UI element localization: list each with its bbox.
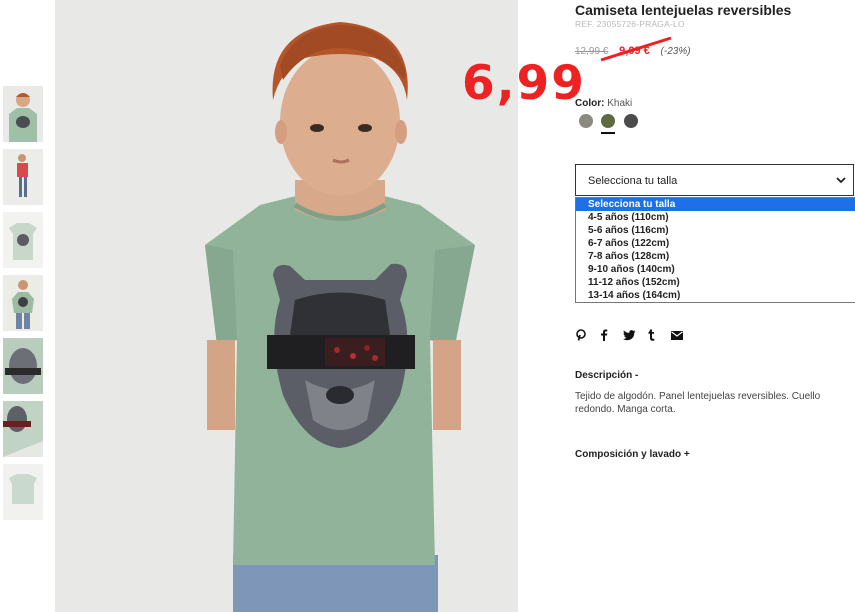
size-option[interactable]: 7-8 años (128cm) (576, 250, 855, 263)
promo-price-overlay: 6,99 (462, 56, 586, 111)
size-option[interactable]: 6-7 años (122cm) (576, 237, 855, 250)
color-label-row: Color: Khaki (575, 98, 632, 109)
product-title: Camiseta lentejuelas reversibles (575, 2, 792, 18)
share-bar (575, 327, 695, 343)
thumbnail-1[interactable] (3, 86, 43, 142)
pinterest-icon[interactable] (575, 327, 599, 343)
size-select-label: Selecciona tu talla (588, 175, 678, 187)
size-option[interactable]: 13-14 años (164cm) (576, 289, 855, 302)
product-photo (55, 0, 518, 612)
twitter-icon[interactable] (623, 327, 647, 343)
size-option[interactable]: 11-12 años (152cm) (576, 276, 855, 289)
size-select[interactable]: Selecciona tu talla (575, 164, 854, 196)
thumbnail-2[interactable] (3, 149, 43, 205)
size-dropdown-list: Selecciona tu talla 4-5 años (110cm) 5-6… (575, 197, 855, 303)
thumbnail-7[interactable] (3, 464, 43, 520)
color-value: Khaki (607, 98, 633, 109)
thumbnail-3[interactable] (3, 212, 43, 268)
color-swatch-grey[interactable] (579, 114, 593, 128)
facebook-icon[interactable] (599, 327, 623, 343)
size-option[interactable]: Selecciona tu talla (576, 198, 855, 211)
thumbnail-5[interactable] (3, 338, 43, 394)
thumbnail-6[interactable] (3, 401, 43, 457)
description-text: Tejido de algodón. Panel lentejuelas rev… (575, 391, 821, 415)
selected-swatch-indicator (601, 132, 615, 134)
tumblr-icon[interactable] (647, 327, 671, 343)
composition-toggle[interactable]: Composición y lavado + (575, 449, 690, 460)
size-option[interactable]: 4-5 años (110cm) (576, 211, 855, 224)
chevron-down-icon (836, 177, 846, 184)
color-swatch-khaki[interactable] (601, 114, 615, 128)
email-icon[interactable] (671, 327, 695, 343)
product-main-image[interactable] (55, 0, 518, 612)
size-option[interactable]: 5-6 años (116cm) (576, 224, 855, 237)
description-toggle[interactable]: Descripción - (575, 370, 638, 381)
thumbnail-strip (3, 86, 43, 527)
color-label: Color: (575, 98, 605, 109)
thumbnail-4[interactable] (3, 275, 43, 331)
product-reference: REF. 23055726-PRAGA-LO (575, 19, 685, 29)
red-strike-mark (600, 36, 672, 62)
size-option[interactable]: 9-10 años (140cm) (576, 263, 855, 276)
color-swatch-dark-grey[interactable] (624, 114, 638, 128)
